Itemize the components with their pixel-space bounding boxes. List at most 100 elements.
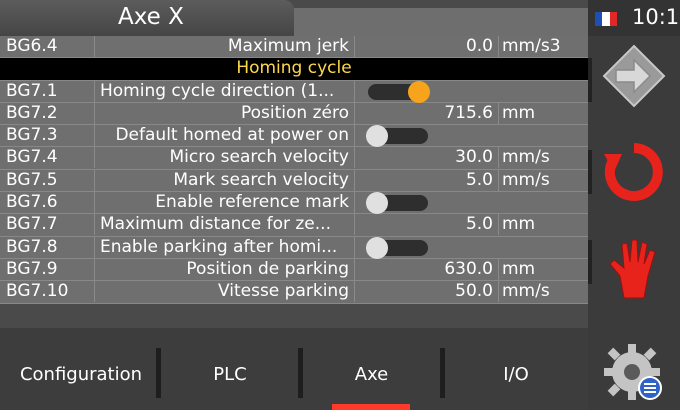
column-divider xyxy=(94,192,95,214)
forward-arrow-icon[interactable] xyxy=(602,44,666,108)
parameter-label: Mark search velocity xyxy=(173,169,349,190)
language-flag[interactable] xyxy=(595,12,617,26)
toggle-knob xyxy=(408,80,430,103)
parameter-id: BG7.6 xyxy=(6,192,58,213)
column-divider xyxy=(498,147,499,169)
parameter-row[interactable]: BG7.10 Vitesse parking 50.0 mm/s xyxy=(0,281,588,304)
parameter-value[interactable]: 715.6 xyxy=(355,103,495,124)
parameter-id: BG7.10 xyxy=(6,281,69,302)
column-divider xyxy=(94,147,95,169)
column-divider xyxy=(354,236,355,258)
parameter-row[interactable]: BG7.2 Position zéro 715.6 mm xyxy=(0,102,588,126)
parameter-value[interactable]: 630.0 xyxy=(355,259,495,280)
tab-axe[interactable]: Axe xyxy=(303,364,440,385)
column-divider xyxy=(94,80,95,102)
parameter-id: BG6.4 xyxy=(6,36,58,56)
parameter-id: BG7.8 xyxy=(6,236,58,257)
clock: 10:10 xyxy=(632,5,680,29)
column-divider xyxy=(94,169,95,191)
column-divider xyxy=(498,169,499,191)
parameter-value[interactable]: 30.0 xyxy=(355,147,495,168)
parameter-label: Position de parking xyxy=(186,258,349,279)
parameter-unit: mm/s xyxy=(502,147,550,168)
refresh-icon[interactable] xyxy=(602,140,666,204)
sidebar-divider xyxy=(588,150,592,194)
parameter-label: Maximum jerk xyxy=(227,36,349,56)
parameter-label: Vitesse parking xyxy=(217,281,349,302)
parameter-unit: mm/s3 xyxy=(502,36,561,56)
parameter-id: BG7.7 xyxy=(6,214,58,235)
page-title: Axe X xyxy=(118,4,184,30)
column-divider xyxy=(498,214,499,236)
parameter-unit: mm xyxy=(502,102,536,123)
column-divider xyxy=(498,281,499,303)
toggle-switch[interactable] xyxy=(366,125,428,148)
tab-io[interactable]: I/O xyxy=(446,364,586,385)
tab-divider xyxy=(440,348,445,398)
parameter-unit: mm/s xyxy=(502,281,550,302)
parameter-row[interactable]: BG7.3 Default homed at power on xyxy=(0,125,588,148)
parameter-row[interactable]: BG6.4 Maximum jerk 0.0 mm/s3 xyxy=(0,36,588,59)
column-divider xyxy=(498,102,499,124)
settings-gear-icon[interactable] xyxy=(602,340,666,404)
parameter-id: BG7.4 xyxy=(6,147,58,168)
toggle-knob xyxy=(366,192,388,215)
section-title: Homing cycle xyxy=(236,58,352,79)
column-divider xyxy=(94,36,95,57)
column-divider xyxy=(94,102,95,124)
status-bar: 10:10 xyxy=(588,0,680,36)
toggle-switch[interactable] xyxy=(368,80,430,103)
parameter-row[interactable]: BG7.6 Enable reference mark xyxy=(0,192,588,215)
flag-stripe xyxy=(609,12,617,26)
parameter-id: BG7.9 xyxy=(6,258,58,279)
parameter-id: BG7.3 xyxy=(6,125,58,146)
flag-stripe xyxy=(602,12,610,26)
toggle-knob xyxy=(366,125,388,148)
column-divider xyxy=(94,258,95,280)
column-divider xyxy=(94,236,95,258)
parameter-label: Position zéro xyxy=(241,102,349,123)
parameter-value[interactable]: 0.0 xyxy=(355,36,495,57)
parameter-row[interactable]: BG7.4 Micro search velocity 30.0 mm/s xyxy=(0,147,588,170)
column-divider xyxy=(498,258,499,280)
parameter-label: Maximum distance for ze... xyxy=(100,214,331,235)
parameter-unit: mm xyxy=(502,258,536,279)
parameter-label: Homing cycle direction (1... xyxy=(100,80,335,101)
toggle-switch[interactable] xyxy=(366,236,428,259)
column-divider xyxy=(94,281,95,303)
parameter-value[interactable]: 50.0 xyxy=(355,281,495,302)
tab-divider xyxy=(156,348,161,398)
sidebar-divider xyxy=(588,58,592,102)
parameter-row[interactable]: BG7.9 Position de parking 630.0 mm xyxy=(0,258,588,282)
parameter-value[interactable]: 5.0 xyxy=(355,214,495,235)
parameter-row[interactable]: BG7.8 Enable parking after homi... xyxy=(0,236,588,259)
tab-plc[interactable]: PLC xyxy=(162,364,298,385)
parameter-label: Micro search velocity xyxy=(169,147,349,168)
column-divider xyxy=(354,192,355,214)
main-panel: Axe X BG6.4 Maximum jerk 0.0 mm/s3 Homing cy… xyxy=(0,0,588,410)
column-divider xyxy=(94,214,95,236)
column-divider xyxy=(498,36,499,57)
column-divider xyxy=(354,125,355,147)
toggle-knob xyxy=(366,236,388,259)
parameter-table: BG6.4 Maximum jerk 0.0 mm/s3 Homing cycle BG7… xyxy=(0,36,588,328)
active-tab-indicator xyxy=(332,404,410,410)
parameter-value[interactable]: 5.0 xyxy=(355,170,495,191)
toggle-switch[interactable] xyxy=(366,192,428,215)
section-header: Homing cycle xyxy=(0,58,588,81)
stop-hand-icon[interactable] xyxy=(602,236,666,300)
parameter-label: Default homed at power on xyxy=(115,125,349,146)
column-divider xyxy=(354,80,355,102)
parameter-row[interactable]: BG7.7 Maximum distance for ze... 5.0 mm xyxy=(0,214,588,237)
flag-stripe xyxy=(595,12,603,26)
parameter-id: BG7.1 xyxy=(6,80,58,101)
tab-configuration[interactable]: Configuration xyxy=(6,364,156,385)
parameter-label: Enable parking after homi... xyxy=(100,236,338,257)
title-bar-fill xyxy=(294,8,588,36)
parameter-row[interactable]: BG7.5 Mark search velocity 5.0 mm/s xyxy=(0,169,588,193)
parameter-unit: mm/s xyxy=(502,169,550,190)
parameter-label: Enable reference mark xyxy=(155,192,349,213)
column-divider xyxy=(94,125,95,147)
parameter-row[interactable]: BG7.1 Homing cycle direction (1... xyxy=(0,80,588,103)
parameter-unit: mm xyxy=(502,214,536,235)
